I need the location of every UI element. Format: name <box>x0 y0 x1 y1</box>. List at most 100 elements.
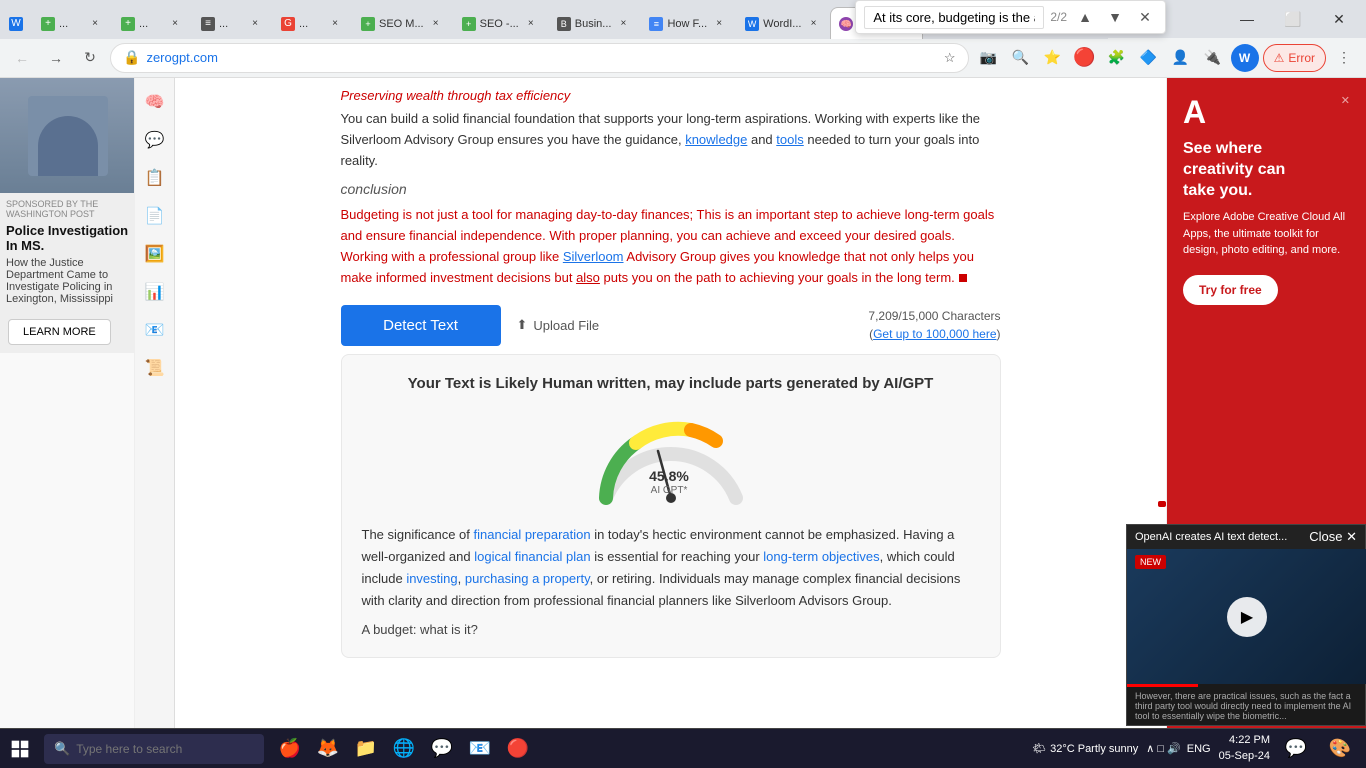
extension2-icon[interactable]: 🔌 <box>1199 44 1227 72</box>
error-label: Error <box>1288 51 1315 65</box>
tab-seo2[interactable]: + SEO -... × <box>453 7 548 39</box>
forward-button[interactable]: → <box>42 44 70 72</box>
bookmark-icon[interactable]: ☆ <box>944 50 956 66</box>
prep-link[interactable]: financial preparation <box>474 527 591 542</box>
tab-favicon-2: + <box>41 17 55 31</box>
taskbar-icon-chrome[interactable]: 🌐 <box>386 731 422 767</box>
tab-2[interactable]: + ... × <box>32 7 112 39</box>
circle-icon[interactable]: 🔴 <box>1071 44 1099 72</box>
taskbar: 🔍 🍎 🦊 📁 🌐 💬 📧 🔴 🌤 32°C Partly sunny ∧ □ … <box>0 728 1366 768</box>
paragraph2: Budgeting is not just a tool for managin… <box>341 205 1001 288</box>
find-next-button[interactable]: ▼ <box>1103 5 1127 29</box>
ad-text: SPONSORED BY THE WASHINGTON POST Police … <box>0 193 135 311</box>
tab-label-word: WordI... <box>763 18 801 30</box>
date-text: 05-Sep-24 <box>1219 749 1270 764</box>
knowledge-link[interactable]: knowledge <box>685 132 747 147</box>
tab-5[interactable]: G ... × <box>272 7 352 39</box>
silverloom-link[interactable]: Silverloom <box>563 249 624 264</box>
page-content[interactable]: Preserving wealth through tax efficiency… <box>175 78 1166 728</box>
tab-close-word[interactable]: × <box>805 16 821 32</box>
investing-link[interactable]: investing <box>406 571 457 586</box>
tool-brain[interactable]: 🧠 <box>139 86 171 118</box>
star-icon[interactable]: ⭐ <box>1039 44 1067 72</box>
extension-icon[interactable]: 🔷 <box>1135 44 1163 72</box>
notifications-icon[interactable]: 💬 <box>1278 731 1314 767</box>
language-label: ENG <box>1187 743 1211 755</box>
tab-close-biz[interactable]: × <box>615 16 631 32</box>
taskbar-search-input[interactable] <box>76 742 236 756</box>
tab-seo1[interactable]: + SEO M... × <box>352 7 453 39</box>
video-play-button[interactable]: ▶ <box>1227 597 1267 637</box>
puzzle-icon[interactable]: 🧩 <box>1103 44 1131 72</box>
adobe-cta-button[interactable]: Try for free <box>1183 275 1278 305</box>
purchasing-link[interactable]: purchasing a property <box>465 571 590 586</box>
find-prev-button[interactable]: ▲ <box>1073 5 1097 29</box>
refresh-button[interactable]: ↻ <box>76 44 104 72</box>
tab-close-4[interactable]: × <box>247 16 263 32</box>
color-icon[interactable]: 🎨 <box>1322 731 1358 767</box>
tools-link[interactable]: tools <box>776 132 803 147</box>
left-sidebar: SPONSORED BY THE WASHINGTON POST Police … <box>0 78 135 728</box>
tool-image[interactable]: 🖼️ <box>139 238 171 270</box>
paragraph1: You can build a solid financial foundati… <box>341 109 1001 171</box>
taskbar-icon-skype[interactable]: 💬 <box>424 731 460 767</box>
learn-more-button[interactable]: LEARN MORE <box>8 319 111 345</box>
longt-link[interactable]: long-term objectives <box>763 549 879 564</box>
address-bar: ← → ↻ 🔒 zerogpt.com ☆ 📷 🔍 ⭐ 🔴 🧩 🔷 👤 🔌 W … <box>0 38 1366 78</box>
person-icon[interactable]: 👤 <box>1167 44 1195 72</box>
error-button[interactable]: ⚠ Error <box>1263 44 1326 72</box>
back-button[interactable]: ← <box>8 44 36 72</box>
taskbar-icon-mail[interactable]: 📧 <box>462 731 498 767</box>
taskbar-icon-folder[interactable]: 📁 <box>348 731 384 767</box>
page-inner: Preserving wealth through tax efficiency… <box>321 78 1021 676</box>
taskbar-right: 🌤 32°C Partly sunny ∧ □ 🔊 ENG 4:22 PM 05… <box>1032 731 1366 767</box>
taskbar-icon-apple[interactable]: 🍎 <box>272 731 308 767</box>
tool-scroll[interactable]: 📜 <box>139 352 171 384</box>
tab-close-howf[interactable]: × <box>711 16 727 32</box>
menu-icon[interactable]: ⋮ <box>1330 44 1358 72</box>
find-input[interactable] <box>864 6 1044 29</box>
video-close-button[interactable]: Close ✕ <box>1309 529 1357 545</box>
logical-link[interactable]: logical financial plan <box>474 549 590 564</box>
detect-text-button[interactable]: Detect Text <box>341 305 501 346</box>
tool-doc[interactable]: 📄 <box>139 200 171 232</box>
tab-label-4: ... <box>219 18 243 30</box>
conclusion-title: conclusion <box>341 181 1001 197</box>
tab-howf[interactable]: ≡ How F... × <box>640 7 736 39</box>
tab-w1[interactable]: W <box>0 7 32 39</box>
address-input[interactable]: 🔒 zerogpt.com ☆ <box>110 43 969 73</box>
search-icon[interactable]: 🔍 <box>1007 44 1035 72</box>
tab-close-5[interactable]: × <box>327 16 343 32</box>
tool-chart[interactable]: 📊 <box>139 276 171 308</box>
close-button[interactable]: ✕ <box>1316 0 1362 38</box>
find-bar: 2/2 ▲ ▼ ✕ <box>855 0 1166 34</box>
weather-text: 32°C Partly sunny <box>1050 743 1138 755</box>
taskbar-search[interactable]: 🔍 <box>44 734 264 764</box>
tab-close-2[interactable]: × <box>87 16 103 32</box>
tab-3[interactable]: + ... × <box>112 7 192 39</box>
tool-mail[interactable]: 📧 <box>139 314 171 346</box>
minimize-button[interactable]: — <box>1224 0 1270 38</box>
tab-word[interactable]: W WordI... × <box>736 7 830 39</box>
profile-button[interactable]: W <box>1231 44 1259 72</box>
tab-close-seo2[interactable]: × <box>523 16 539 32</box>
start-button[interactable] <box>0 729 40 768</box>
tab-label-3: ... <box>139 18 163 30</box>
screenshot-icon[interactable]: 📷 <box>975 44 1003 72</box>
tab-4[interactable]: ≡ ... × <box>192 7 272 39</box>
char-upgrade-link[interactable]: Get up to 100,000 here <box>873 327 996 341</box>
taskbar-icon-fox[interactable]: 🦊 <box>310 731 346 767</box>
tab-biz[interactable]: B Busin... × <box>548 7 641 39</box>
windows-icon <box>10 739 30 759</box>
tab-close-seo1[interactable]: × <box>428 16 444 32</box>
tool-clipboard[interactable]: 📋 <box>139 162 171 194</box>
find-close-button[interactable]: ✕ <box>1133 5 1157 29</box>
tool-chat[interactable]: 💬 <box>139 124 171 156</box>
adobe-title-l3: take you. <box>1183 182 1252 199</box>
taskbar-icon-chromeg[interactable]: 🔴 <box>500 731 536 767</box>
ad-close-icon[interactable]: ✕ <box>1341 94 1350 107</box>
tab-close-3[interactable]: × <box>167 16 183 32</box>
upload-icon: ⬆ <box>517 317 528 333</box>
maximize-button[interactable]: ⬜ <box>1270 0 1316 38</box>
upload-file-button[interactable]: ⬆ Upload File <box>517 317 600 333</box>
